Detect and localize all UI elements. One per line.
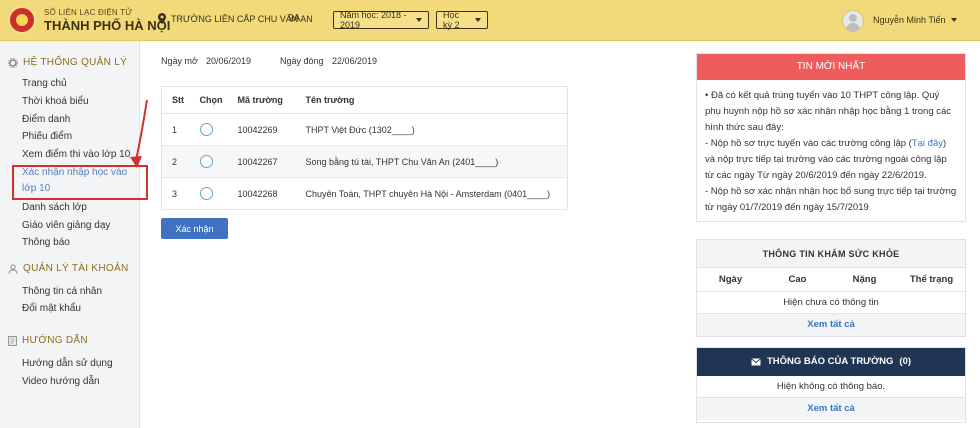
term-select[interactable]: Học kỳ 2: [436, 10, 488, 30]
section-management-label: HỆ THỐNG QUẢN LÝ: [23, 57, 128, 68]
school-year-value: Năm học: 2018 - 2019: [340, 10, 407, 30]
sidebar-item-attendance[interactable]: Điểm danh: [22, 114, 70, 125]
section-guide-label: HƯỚNG DẪN: [22, 335, 88, 346]
news-paragraph-3: - Nộp hồ sơ xác nhận nhận học bổ sung tr…: [705, 186, 957, 213]
confirm-button[interactable]: Xác nhận: [161, 218, 228, 239]
sidebar-item-video-guide[interactable]: Video hướng dẫn: [22, 376, 100, 387]
row-select-cell: [189, 177, 228, 210]
document-icon: [8, 335, 17, 346]
location-pin-icon: [158, 13, 166, 24]
news-title: TIN MỚI NHẤT: [697, 54, 965, 80]
chevron-down-icon: [416, 18, 422, 22]
col-height: Cao: [788, 274, 807, 285]
chevron-down-icon: [950, 18, 957, 22]
notify-empty-message: Hiện không có thông báo.: [697, 376, 965, 398]
row-name: Song bằng tú tài, THPT Chu Văn An (2401_…: [295, 145, 568, 178]
term-value: Học kỳ 2: [443, 10, 460, 30]
col-date: Ngày: [718, 274, 743, 285]
class-label: 9A: [288, 13, 301, 24]
sidebar-item-teachers[interactable]: Giáo viên giảng dạy: [22, 220, 110, 231]
table-header-row: Stt Chọn Mã trường Tên trường: [161, 86, 568, 114]
school-year-select[interactable]: Năm học: 2018 - 2019: [333, 10, 429, 30]
row-stt: 2: [161, 145, 190, 178]
close-date-value: 22/06/2019: [332, 56, 378, 66]
sidebar-item-grade10-scores[interactable]: Xem điểm thi vào lớp 10: [22, 149, 130, 160]
here-link[interactable]: Tại đây: [912, 138, 943, 149]
col-stt: Stt: [161, 86, 190, 114]
user-menu[interactable]: Nguyễn Minh Tiến: [873, 15, 957, 25]
health-see-all-link[interactable]: Xem tất cả: [697, 314, 965, 336]
health-columns: Ngày Cao Nặng Thể trạng: [697, 268, 965, 292]
health-title: THÔNG TIN KHÁM SỨC KHỎE: [697, 240, 965, 268]
row-code: 10042268: [227, 177, 296, 210]
gear-icon: [8, 57, 18, 68]
sidebar-item-notifications[interactable]: Thông báo: [22, 237, 70, 248]
avatar[interactable]: [842, 10, 864, 32]
school-radio[interactable]: [199, 123, 213, 136]
highlight-annotation-box: [12, 165, 148, 200]
news-paragraph-1: • Đã có kết quả trúng tuyển vào 10 THPT …: [705, 90, 952, 133]
news-paragraph-2: - Nộp hồ sơ trực tuyến vào các trường cô…: [705, 136, 957, 184]
row-select-cell: [189, 113, 228, 146]
row-code: 10042269: [227, 113, 296, 146]
sidebar-item-timetable[interactable]: Thời khoá biểu: [22, 96, 89, 107]
news-p2-start: - Nộp hồ sơ trực tuyến vào các trường cô…: [705, 138, 912, 149]
brand-subtitle: SỔ LIÊN LẠC ĐIỆN TỬ: [44, 8, 133, 17]
row-name: Chuyên Toán, THPT chuyên Hà Nội - Amster…: [295, 177, 568, 210]
section-account: QUẢN LÝ TÀI KHOẢN: [8, 263, 129, 274]
close-date-label: Ngày đóng: [280, 56, 324, 66]
username-label: Nguyễn Minh Tiến: [873, 15, 946, 25]
envelope-icon: [751, 358, 761, 366]
notify-count: (0): [899, 356, 912, 367]
section-account-label: QUẢN LÝ TÀI KHOẢN: [23, 263, 129, 274]
user-icon: [8, 263, 18, 274]
sidebar-item-class-list[interactable]: Danh sách lớp: [22, 202, 87, 213]
sidebar-item-report-card[interactable]: Phiếu điểm: [22, 131, 72, 142]
brand-title: THÀNH PHỐ HÀ NỘI: [44, 18, 171, 33]
notify-header: THÔNG BÁO CỦA TRƯỜNG (0): [697, 348, 965, 376]
table-row: 2 10042267 Song bằng tú tài, THPT Chu Vă…: [161, 145, 568, 178]
health-empty-message: Hiện chưa có thông tin: [697, 292, 965, 314]
school-radio[interactable]: [199, 155, 213, 168]
notify-title: THÔNG BÁO CỦA TRƯỜNG: [766, 356, 894, 367]
row-stt: 3: [161, 177, 190, 210]
sidebar-item-change-password[interactable]: Đổi mật khẩu: [22, 303, 81, 314]
notify-see-all-link[interactable]: Xem tất cả: [697, 398, 965, 420]
section-management: HỆ THỐNG QUẢN LÝ: [8, 57, 127, 68]
sidebar-item-home[interactable]: Trang chủ: [22, 78, 67, 89]
table-row: 3 10042268 Chuyên Toán, THPT chuyên Hà N…: [161, 177, 568, 210]
city-emblem-logo: [8, 6, 36, 34]
table-row: 1 10042269 THPT Việt Đức (1302____): [161, 113, 568, 146]
news-panel: TIN MỚI NHẤT • Đã có kết quả trúng tuyển…: [696, 53, 966, 222]
col-condition: Thể trạng: [909, 274, 954, 285]
col-select: Chọn: [189, 86, 228, 114]
row-select-cell: [189, 145, 228, 178]
open-date-label: Ngày mở: [161, 56, 198, 66]
news-body: • Đã có kết quả trúng tuyển vào 10 THPT …: [697, 80, 965, 222]
col-school-name: Tên trường: [295, 86, 568, 114]
section-guide: HƯỚNG DẪN: [8, 335, 88, 346]
row-stt: 1: [161, 113, 190, 146]
open-date-value: 20/06/2019: [206, 56, 252, 66]
row-name: THPT Việt Đức (1302____): [295, 113, 568, 146]
school-choice-table: Stt Chọn Mã trường Tên trường 1 10042269…: [161, 86, 568, 210]
sidebar-item-user-guide[interactable]: Hướng dẫn sử dụng: [22, 358, 113, 369]
chevron-down-icon: [475, 18, 481, 22]
col-school-code: Mã trường: [227, 86, 296, 114]
school-notify-panel: THÔNG BÁO CỦA TRƯỜNG (0) Hiện không có t…: [696, 347, 966, 423]
row-code: 10042267: [227, 145, 296, 178]
col-weight: Nặng: [852, 274, 877, 285]
school-radio[interactable]: [199, 187, 213, 200]
top-header: SỔ LIÊN LẠC ĐIỆN TỬ THÀNH PHỐ HÀ NỘI TRƯ…: [0, 0, 980, 41]
health-panel: THÔNG TIN KHÁM SỨC KHỎE Ngày Cao Nặng Th…: [696, 239, 966, 337]
sidebar-item-profile[interactable]: Thông tin cá nhân: [22, 286, 102, 297]
